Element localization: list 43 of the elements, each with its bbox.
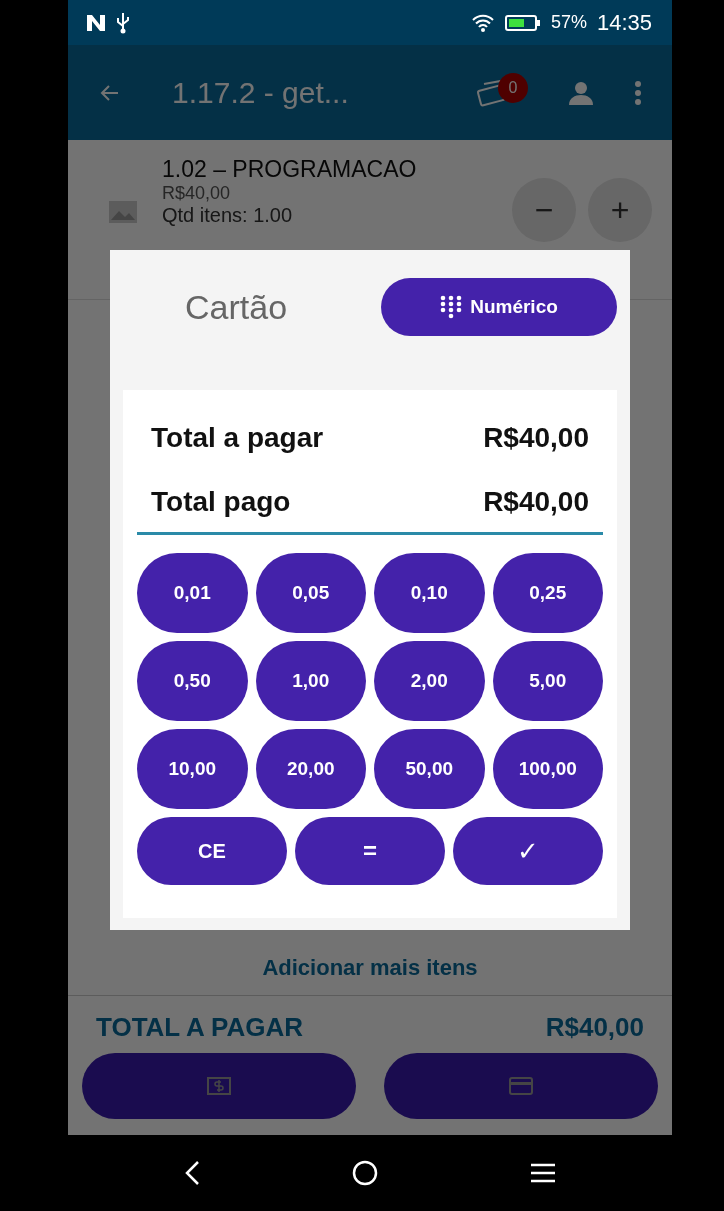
item-price: R$40,00 [162, 182, 232, 204]
more-icon[interactable] [634, 79, 642, 106]
confirm-button[interactable]: ✓ [453, 817, 603, 885]
amount-key[interactable]: 100,00 [492, 729, 603, 809]
card-icon [509, 1077, 533, 1095]
amount-key[interactable]: 1,00 [255, 641, 366, 721]
total-label: TOTAL A PAGAR [96, 1012, 304, 1043]
amount-key[interactable]: 0,10 [374, 553, 485, 633]
summary-label: Total pago [151, 486, 291, 518]
battery-level: 57% [550, 12, 587, 33]
summary-label: Total a pagar [151, 422, 324, 454]
battery-icon [504, 13, 541, 32]
amount-key[interactable]: 5,00 [492, 641, 603, 721]
summary-value: R$40,00 [483, 486, 589, 518]
amount-key[interactable]: 20,00 [255, 729, 366, 809]
amount-key[interactable]: 0,01 [137, 553, 248, 633]
image-icon [108, 200, 138, 224]
summary-value: R$40,00 [483, 422, 589, 454]
dialog-title: Cartão [185, 287, 288, 327]
home-icon[interactable] [352, 1160, 378, 1186]
numeric-mode-button[interactable]: Numérico [381, 278, 617, 336]
total-value: R$40,00 [545, 1012, 644, 1043]
item-quantity: Qtd itens: 1.00 [162, 204, 294, 226]
amount-key[interactable]: 2,00 [374, 641, 485, 721]
clock: 14:35 [596, 9, 652, 36]
back-icon[interactable] [184, 1160, 200, 1186]
usb-icon [116, 11, 130, 34]
item-name: 1.02 – PROGRAMACAO [162, 156, 418, 182]
count-badge: 0 [498, 72, 528, 103]
wifi-icon [470, 12, 495, 33]
notification-icon [86, 13, 106, 32]
cash-icon [207, 1077, 231, 1095]
app-title: 1.17.2 - get... [172, 75, 350, 110]
amount-key[interactable]: 0,05 [255, 553, 366, 633]
amount-key[interactable]: 50,00 [374, 729, 485, 809]
clear-button[interactable]: CE [137, 817, 287, 885]
equals-button[interactable]: = [295, 817, 445, 885]
amount-key[interactable]: 0,25 [492, 553, 603, 633]
amount-key[interactable]: 0,50 [137, 641, 248, 721]
amount-key[interactable]: 10,00 [137, 729, 248, 809]
person-icon[interactable] [568, 79, 594, 106]
dialpad-icon [440, 295, 463, 319]
menu-icon[interactable] [530, 1162, 556, 1184]
